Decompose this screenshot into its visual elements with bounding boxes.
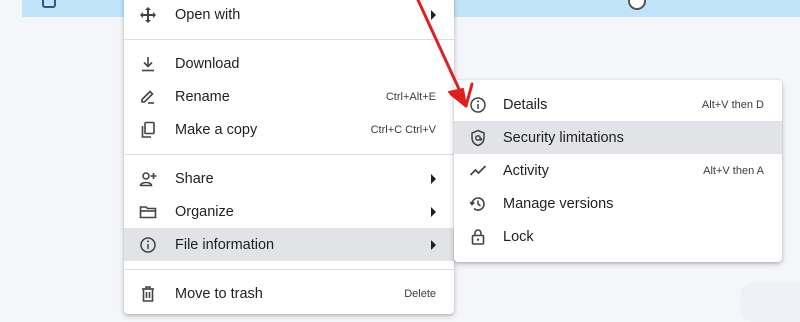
submenu-arrow-icon bbox=[431, 239, 436, 250]
background-chip bbox=[740, 282, 800, 322]
info-icon bbox=[138, 235, 158, 255]
menu-item-label: Rename bbox=[175, 88, 230, 105]
menu-item-shortcut: Delete bbox=[404, 287, 436, 300]
submenu-item-label: Security limitations bbox=[503, 129, 624, 146]
submenu-item-label: Manage versions bbox=[503, 195, 614, 212]
menu-item-label: Open with bbox=[175, 6, 241, 23]
menu-divider bbox=[124, 154, 454, 155]
menu-item-open-with[interactable]: Open with bbox=[124, 0, 454, 31]
shield-icon bbox=[468, 128, 488, 148]
file-information-submenu: Details Alt+V then D Security limitation… bbox=[454, 80, 782, 262]
avatar-icon bbox=[628, 0, 646, 10]
move-arrows-icon bbox=[138, 5, 158, 25]
submenu-item-details[interactable]: Details Alt+V then D bbox=[454, 88, 782, 121]
menu-item-file-information[interactable]: File information bbox=[124, 228, 454, 261]
submenu-item-activity[interactable]: Activity Alt+V then A bbox=[454, 154, 782, 187]
activity-icon bbox=[468, 161, 488, 181]
folder-icon bbox=[138, 202, 158, 222]
person-add-icon bbox=[138, 169, 158, 189]
submenu-item-shortcut: Alt+V then D bbox=[701, 98, 764, 111]
menu-item-download[interactable]: Download bbox=[124, 47, 454, 80]
submenu-item-security-limitations[interactable]: Security limitations bbox=[454, 121, 782, 154]
menu-divider bbox=[124, 269, 454, 270]
context-menu: Open with Download Rename Ctrl+Alt+E Mak… bbox=[124, 0, 454, 314]
pencil-icon bbox=[138, 87, 158, 107]
submenu-item-label: Activity bbox=[503, 162, 549, 179]
banner-icon bbox=[42, 0, 56, 8]
menu-item-label: Move to trash bbox=[175, 285, 263, 302]
submenu-arrow-icon bbox=[431, 9, 436, 20]
menu-item-organize[interactable]: Organize bbox=[124, 195, 454, 228]
menu-item-make-a-copy[interactable]: Make a copy Ctrl+C Ctrl+V bbox=[124, 113, 454, 146]
menu-divider bbox=[124, 39, 454, 40]
submenu-item-manage-versions[interactable]: Manage versions bbox=[454, 187, 782, 220]
menu-item-label: File information bbox=[175, 236, 275, 253]
menu-item-shortcut: Ctrl+C Ctrl+V bbox=[370, 123, 436, 136]
menu-item-rename[interactable]: Rename Ctrl+Alt+E bbox=[124, 80, 454, 113]
submenu-arrow-icon bbox=[431, 173, 436, 184]
info-icon bbox=[468, 95, 488, 115]
copy-icon bbox=[138, 120, 158, 140]
lock-icon bbox=[468, 227, 488, 247]
menu-item-label: Make a copy bbox=[175, 121, 258, 138]
menu-item-share[interactable]: Share bbox=[124, 162, 454, 195]
submenu-item-lock[interactable]: Lock bbox=[454, 220, 782, 253]
menu-item-move-to-trash[interactable]: Move to trash Delete bbox=[124, 277, 454, 310]
menu-item-label: Share bbox=[175, 170, 214, 187]
submenu-arrow-icon bbox=[431, 206, 436, 217]
menu-item-shortcut: Ctrl+Alt+E bbox=[385, 90, 436, 103]
download-icon bbox=[138, 54, 158, 74]
submenu-item-shortcut: Alt+V then A bbox=[703, 164, 764, 177]
menu-item-label: Download bbox=[175, 55, 240, 72]
submenu-item-label: Lock bbox=[503, 228, 534, 245]
submenu-item-label: Details bbox=[503, 96, 548, 113]
history-icon bbox=[468, 194, 488, 214]
menu-item-label: Organize bbox=[175, 203, 234, 220]
